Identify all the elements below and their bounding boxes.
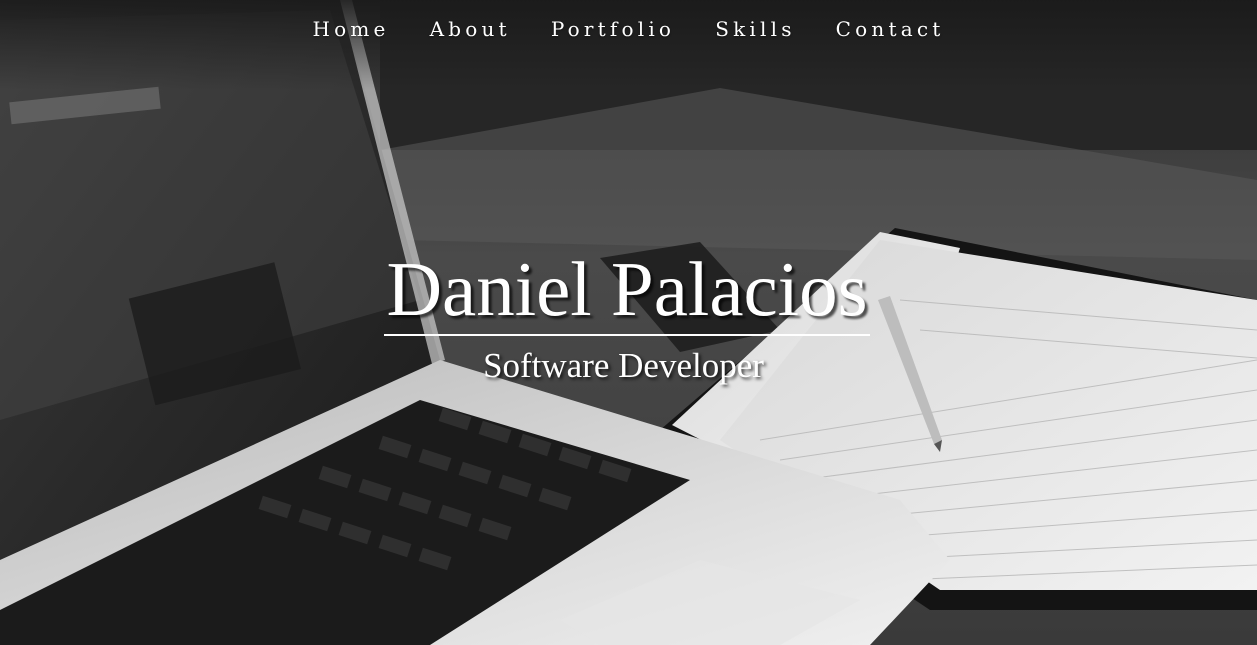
nav-link-contact[interactable]: Contact [836,14,945,44]
main-nav: Home About Portfolio Skills Contact [0,14,1257,44]
hero-title-block: Daniel Palacios Software Developer [0,246,1257,388]
nav-link-skills[interactable]: Skills [715,14,795,44]
nav-link-about[interactable]: About [430,14,511,44]
hero-section: Home About Portfolio Skills Contact Dani… [0,0,1257,645]
nav-link-home[interactable]: Home [313,14,390,44]
hero-name: Daniel Palacios [384,246,870,336]
nav-link-portfolio[interactable]: Portfolio [551,14,675,44]
hero-role: Software Developer [483,346,764,385]
